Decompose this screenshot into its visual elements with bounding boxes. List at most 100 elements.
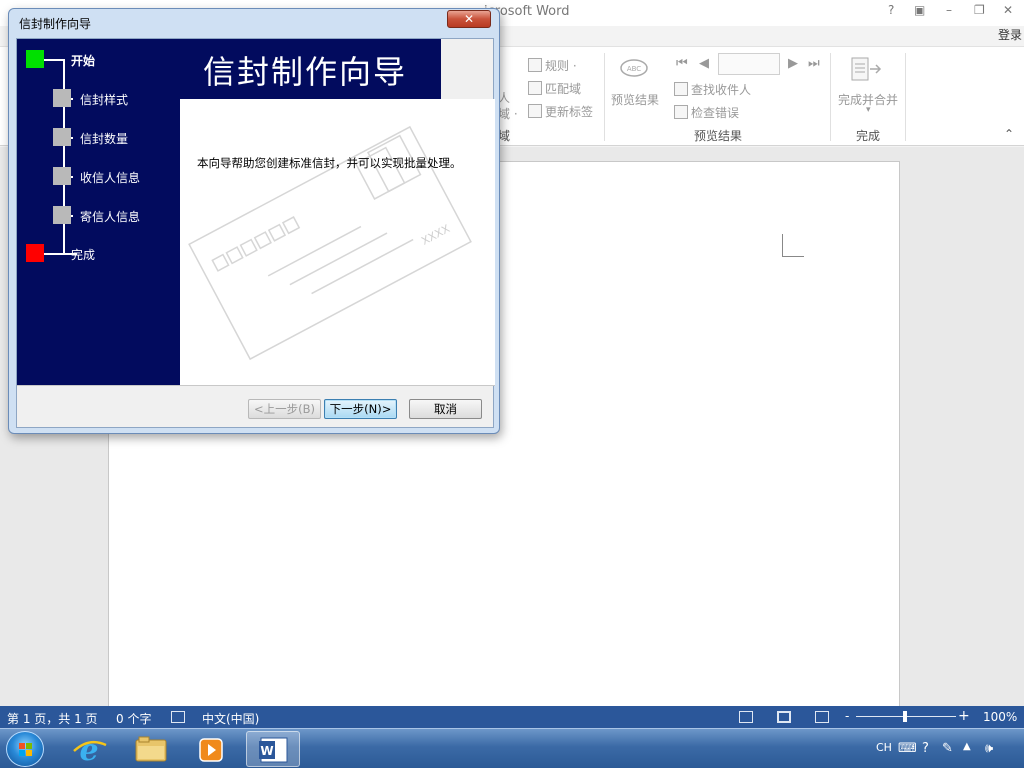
pen-options-icon[interactable]: ✎ (942, 741, 953, 756)
insert-merge-field-partial-arrow[interactable]: 域 · (498, 105, 518, 122)
match-fields-button[interactable]: 匹配域 (528, 80, 581, 97)
step-finish-label: 完成 (71, 248, 96, 262)
group-finish-label: 完成 (856, 129, 881, 143)
update-labels-icon (528, 104, 542, 118)
first-record-button[interactable]: ⏮ (676, 56, 688, 71)
dialog-close-button[interactable]: ✕ (447, 10, 491, 28)
button-row-separator (17, 385, 495, 386)
envelope-illustration: XXXX (188, 125, 472, 361)
step-start-label: 开始 (71, 54, 96, 68)
input-language-indicator[interactable]: CH (876, 741, 892, 754)
svg-text:ABC: ABC (627, 65, 641, 73)
zoom-level[interactable]: 100% (983, 710, 1017, 724)
collapse-ribbon-button[interactable]: ⌃ (1004, 127, 1014, 141)
step-connector (44, 59, 64, 61)
margin-corner-mark (782, 256, 804, 257)
page-count[interactable]: 第 1 页，共 1 页 (7, 710, 98, 727)
zoom-out-button[interactable]: - (845, 709, 849, 723)
step-envelope-count-marker (53, 128, 71, 146)
group-preview-results-label: 预览结果 (694, 129, 743, 143)
check-errors-icon (674, 105, 688, 119)
proofing-icon[interactable] (171, 711, 185, 723)
next-button[interactable]: 下一步(N)> (324, 399, 397, 419)
volume-icon[interactable]: 🕪 (985, 741, 993, 756)
step-envelope-style-label: 信封样式 (80, 93, 129, 107)
svg-text:e: e (79, 733, 98, 767)
finish-merge-icon (851, 57, 882, 81)
show-hidden-icons-icon[interactable]: ▲ (963, 741, 971, 752)
match-fields-label: 匹配域 (545, 82, 582, 96)
dialog-body: 信封制作向导 开始 信封样式 信封数量 收信人信息 寄信人信息 完成 XXXX … (16, 38, 495, 428)
finish-merge-button[interactable] (848, 55, 884, 88)
taskbar-media-player[interactable] (184, 731, 238, 767)
ribbon-separator (604, 53, 605, 141)
step-finish-marker (26, 244, 44, 262)
rules-icon (528, 58, 542, 72)
dialog-title: 信封制作向导 (19, 17, 92, 31)
rules-button[interactable]: 规则 · (528, 57, 577, 74)
step-sender-info-label: 寄信人信息 (80, 210, 141, 224)
taskbar-word[interactable]: W (246, 731, 300, 767)
restore-button[interactable]: ❐ (974, 3, 985, 17)
step-sender-info-marker (53, 206, 71, 224)
zoom-in-button[interactable]: + (958, 708, 970, 724)
find-recipient-label: 查找收件人 (691, 83, 752, 97)
start-button[interactable] (6, 731, 44, 767)
minimize-button[interactable]: – (946, 3, 952, 17)
next-record-button[interactable]: ▶ (788, 56, 798, 71)
rules-label: 规则 · (545, 59, 577, 73)
margin-corner-mark (782, 234, 783, 256)
word-count[interactable]: 0 个字 (116, 710, 151, 727)
preview-results-button[interactable]: ABC (612, 55, 656, 88)
sign-in-link[interactable]: 登录 (998, 26, 1022, 43)
update-labels-button[interactable]: 更新标签 (528, 103, 593, 120)
step-recipient-info-marker (53, 167, 71, 185)
help-button[interactable]: ? (888, 3, 894, 17)
help-icon[interactable]: ? (922, 741, 929, 756)
preview-results-label: 预览结果 (611, 93, 660, 107)
web-layout-icon[interactable] (815, 711, 829, 723)
find-recipient-icon (674, 82, 688, 96)
taskbar: e W CH ⌨ ? ✎ ▲ 🕪 (0, 728, 1024, 768)
ribbon-display-options-button[interactable]: ▣ (914, 3, 925, 17)
media-player-icon (199, 738, 223, 762)
find-recipient-button[interactable]: 查找收件人 (674, 81, 751, 98)
taskbar-file-explorer[interactable] (124, 731, 178, 767)
step-connector (44, 253, 64, 255)
update-labels-label: 更新标签 (545, 105, 594, 119)
cancel-button[interactable]: 取消 (409, 399, 482, 419)
keyboard-icon[interactable]: ⌨ (898, 741, 917, 756)
wizard-banner-title: 信封制作向导 (203, 53, 408, 91)
wizard-intro-text: 本向导帮助您创建标准信封，并可以实现批量处理。 (197, 156, 462, 170)
back-button[interactable]: <上一步(B) (248, 399, 321, 419)
check-errors-button[interactable]: 检查错误 (674, 104, 739, 121)
step-envelope-count-label: 信封数量 (80, 132, 129, 146)
envelope-postcode-marks: XXXX (419, 222, 452, 248)
previous-record-button[interactable]: ◀ (699, 56, 709, 71)
internet-explorer-icon: e (73, 733, 107, 768)
last-record-button[interactable]: ⏭ (808, 56, 820, 71)
close-button[interactable]: ✕ (1003, 3, 1013, 17)
step-start-marker (26, 50, 44, 68)
record-number-input[interactable] (718, 53, 780, 75)
word-app-icon: W (259, 737, 288, 763)
svg-text:W: W (260, 744, 273, 758)
check-errors-label: 检查错误 (691, 106, 740, 120)
zoom-slider-thumb[interactable] (903, 711, 907, 722)
status-bar: 第 1 页，共 1 页 0 个字 中文(中国) - + 100% (0, 706, 1024, 728)
step-recipient-info-label: 收信人信息 (80, 171, 141, 185)
envelope-wizard-dialog: 信封制作向导 ✕ 信封制作向导 开始 信封样式 信封数量 收信人信息 寄信人信息… (8, 8, 500, 434)
match-fields-icon (528, 81, 542, 95)
taskbar-internet-explorer[interactable]: e (62, 731, 116, 768)
ribbon-separator (830, 53, 831, 141)
language-indicator[interactable]: 中文(中国) (202, 710, 259, 727)
step-envelope-style-marker (53, 89, 71, 107)
finish-merge-dropdown-arrow[interactable]: ▾ (866, 105, 871, 115)
windows-logo-icon (19, 743, 32, 756)
read-mode-icon[interactable] (739, 711, 753, 723)
print-layout-icon[interactable] (777, 711, 791, 723)
preview-results-icon: ABC (620, 59, 648, 77)
folder-icon (135, 736, 167, 762)
close-icon: ✕ (463, 12, 475, 26)
ribbon-separator (905, 53, 906, 141)
